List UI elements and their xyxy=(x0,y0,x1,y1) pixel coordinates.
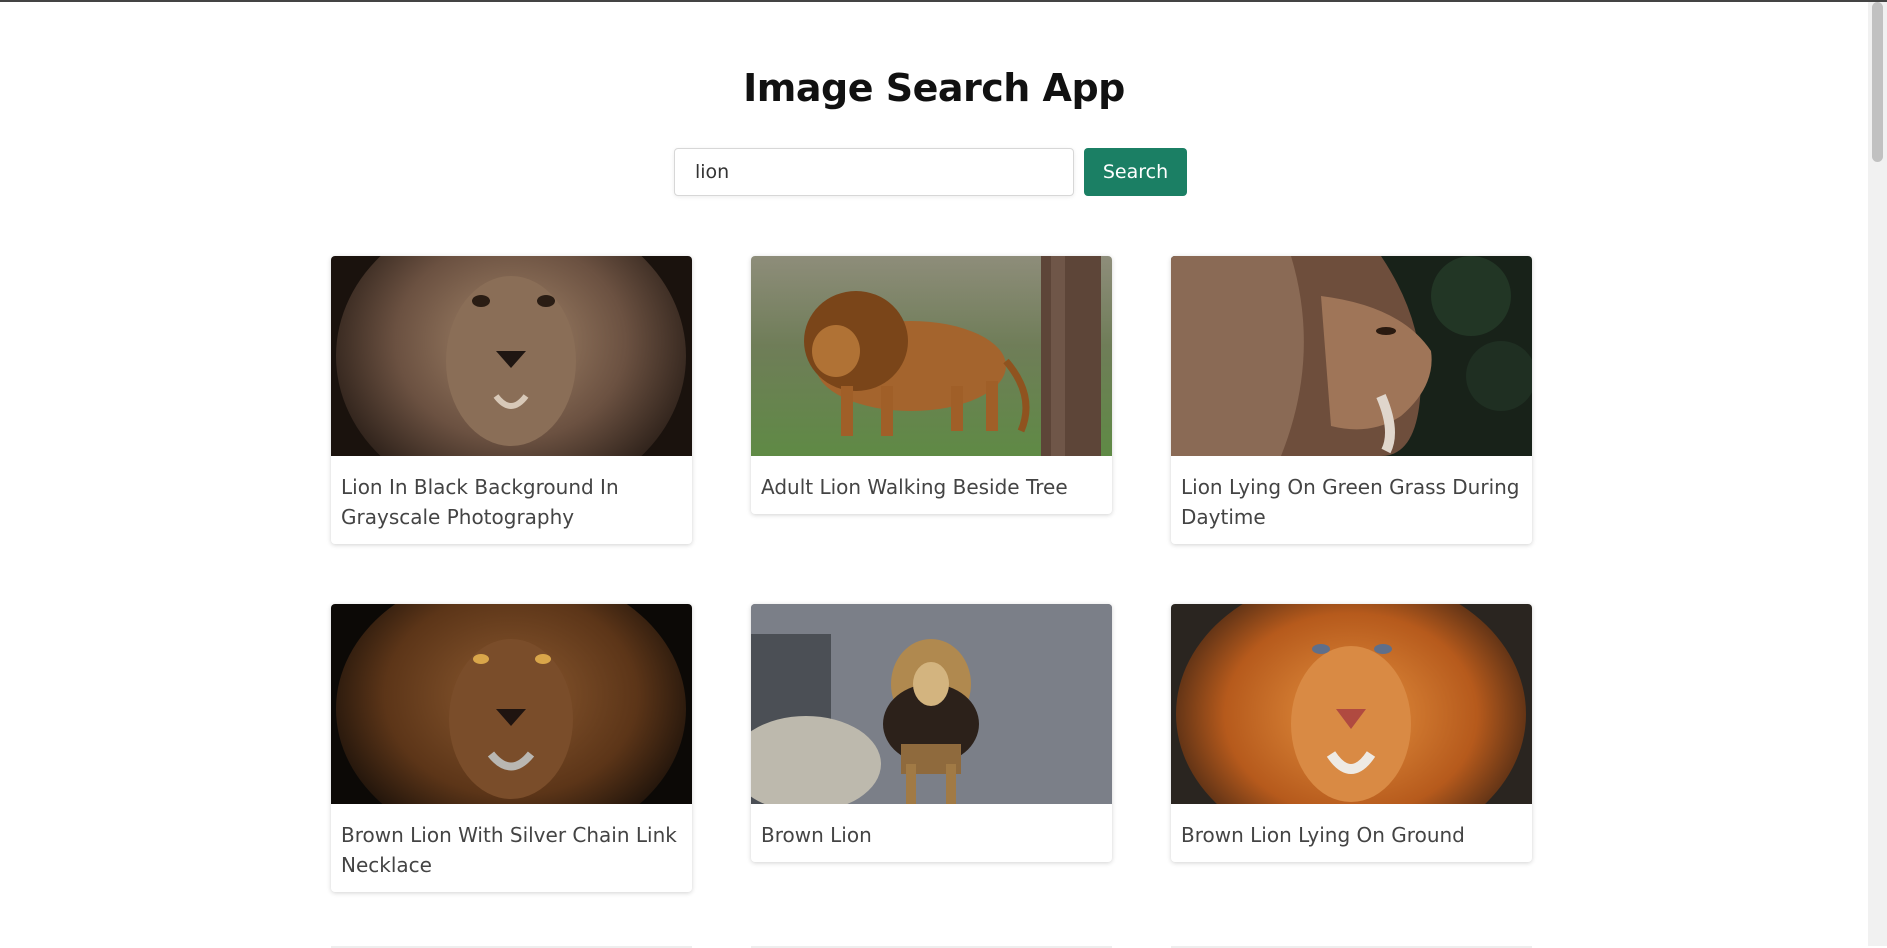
lion-photo-image xyxy=(751,256,1112,456)
page-title: Image Search App xyxy=(743,66,1125,110)
search-form: Search xyxy=(674,148,1187,196)
result-card[interactable]: Lion In Black Background In Grayscale Ph… xyxy=(331,256,692,544)
search-input[interactable] xyxy=(674,148,1074,196)
result-card[interactable]: Brown Lion With Silver Chain Link Neckla… xyxy=(331,604,692,892)
lion-photo-image xyxy=(331,604,692,804)
card-caption: Brown Lion xyxy=(761,823,872,847)
card-caption: Brown Lion Lying On Ground xyxy=(1181,823,1465,847)
card-caption: Adult Lion Walking Beside Tree xyxy=(761,475,1068,499)
search-button[interactable]: Search xyxy=(1084,148,1187,196)
card-caption: Lion Lying On Green Grass During Daytime xyxy=(1181,475,1520,529)
lion-photo-image xyxy=(751,604,1112,804)
scrollbar[interactable] xyxy=(1868,2,1887,946)
lion-photo-image xyxy=(1171,256,1532,456)
page: Image Search App Search xyxy=(0,2,1868,948)
lion-photo-image xyxy=(331,256,692,456)
card-caption: Lion In Black Background In Grayscale Ph… xyxy=(341,475,619,529)
card-caption: Brown Lion With Silver Chain Link Neckla… xyxy=(341,823,677,877)
result-card[interactable]: Brown Lion Lying On Ground xyxy=(1171,604,1532,862)
result-card[interactable]: Adult Lion Walking Beside Tree xyxy=(751,256,1112,514)
result-card[interactable]: Brown Lion xyxy=(751,604,1112,862)
lion-photo-image xyxy=(1171,604,1532,804)
result-card[interactable]: Lion Lying On Green Grass During Daytime xyxy=(1171,256,1532,544)
scrollbar-thumb[interactable] xyxy=(1872,2,1883,162)
